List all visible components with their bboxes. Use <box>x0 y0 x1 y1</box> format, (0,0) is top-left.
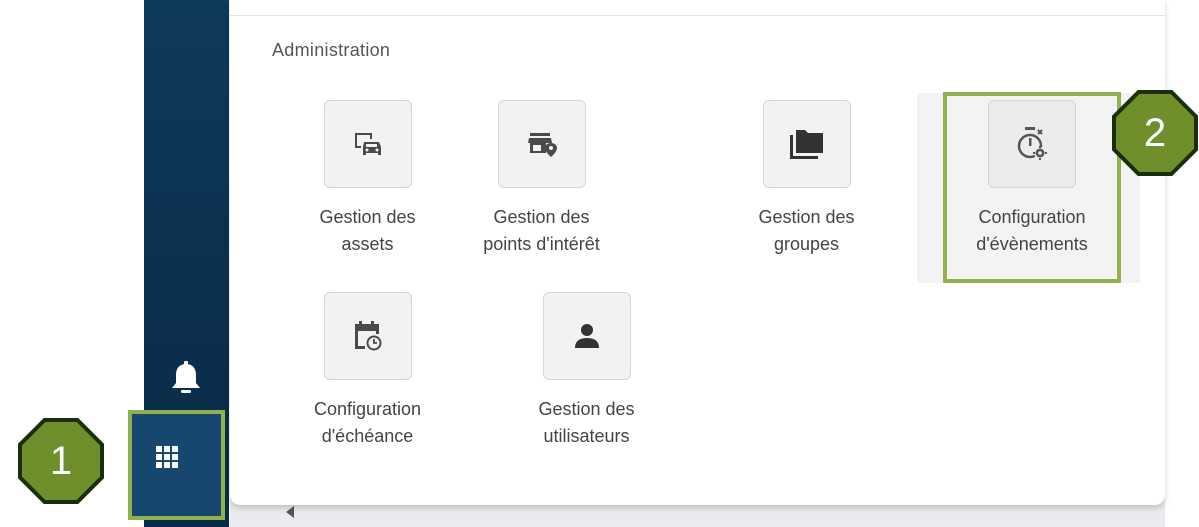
tile-label-line2: groupes <box>773 234 840 254</box>
calendar-clock-icon <box>323 292 412 380</box>
tile-label: Configuration d'échéance <box>280 396 455 450</box>
vehicle-assets-icon <box>323 100 412 188</box>
tile-label-line1: Gestion des <box>538 399 635 419</box>
tile-label: Gestion des utilisateurs <box>499 396 674 450</box>
callout-number: 1 <box>22 422 100 500</box>
apps-menu-button[interactable] <box>128 410 225 520</box>
tile-label-line2: d'échéance <box>321 426 414 446</box>
tile-label-line1: Gestion des <box>758 207 855 227</box>
tile-gestion-assets[interactable]: Gestion des assets <box>280 100 455 258</box>
tile-label: Gestion des points d'intérêt <box>454 204 629 258</box>
tile-label-line2: assets <box>341 234 394 254</box>
tile-gestion-poi[interactable]: Gestion des points d'intérêt <box>454 100 629 258</box>
tile-gestion-groupes[interactable]: Gestion des groupes <box>719 100 894 258</box>
tile-highlight-frame <box>943 92 1121 283</box>
divider <box>230 15 1165 16</box>
tile-label: Gestion des assets <box>280 204 455 258</box>
tile-label: Gestion des groupes <box>719 204 894 258</box>
callout-1: 1 <box>18 418 104 504</box>
folders-icon <box>762 100 851 188</box>
tile-label-line2: utilisateurs <box>543 426 630 446</box>
apps-panel: Administration Gestion des assets Gestio… <box>230 0 1165 505</box>
tile-label-line2: points d'intérêt <box>483 234 600 254</box>
user-icon <box>542 292 631 380</box>
tile-gestion-utilisateurs[interactable]: Gestion des utilisateurs <box>499 292 674 450</box>
store-location-icon <box>497 100 586 188</box>
section-title: Administration <box>272 40 391 60</box>
tile-label-line1: Configuration <box>313 399 422 419</box>
tile-configuration-echeance[interactable]: Configuration d'échéance <box>280 292 455 450</box>
apps-grid-icon <box>156 446 178 468</box>
tile-label-line1: Gestion des <box>319 207 416 227</box>
caret-left-icon <box>286 506 294 518</box>
tile-label-line1: Gestion des <box>493 207 590 227</box>
callout-2: 2 <box>1112 90 1198 176</box>
bell-icon[interactable] <box>166 358 206 398</box>
